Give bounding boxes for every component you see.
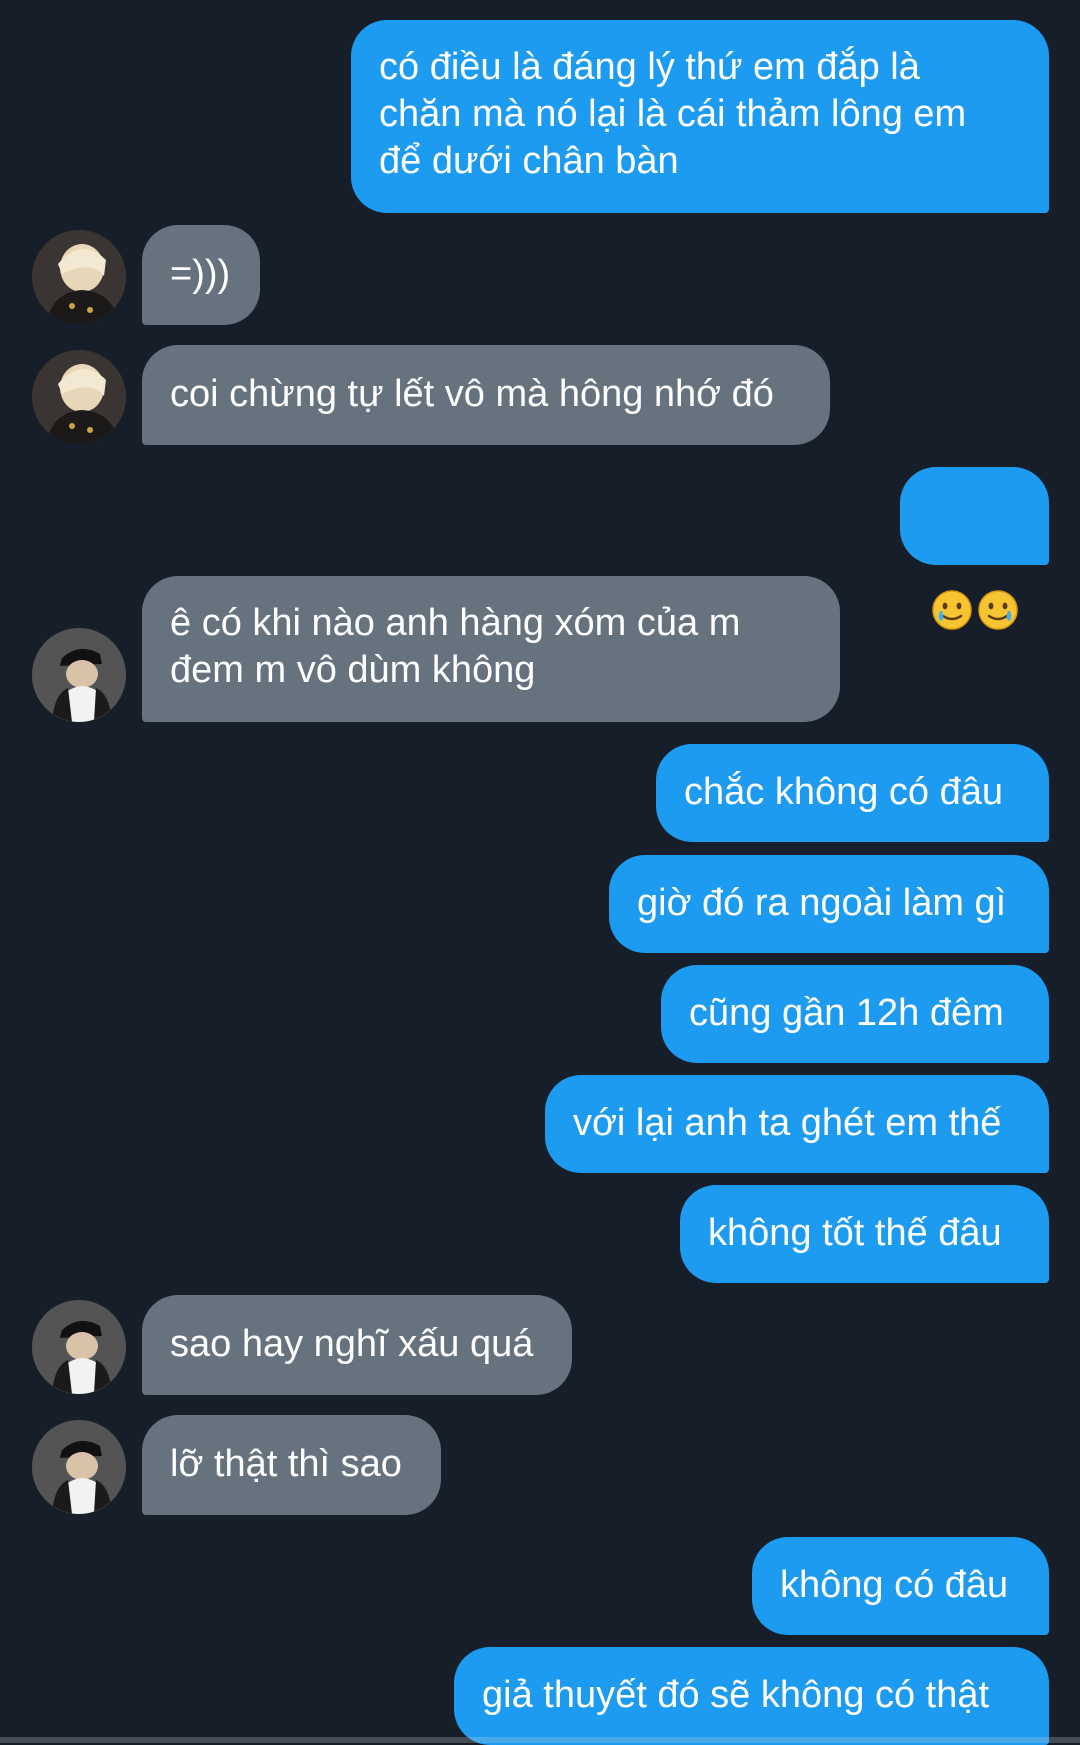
avatar[interactable] <box>32 350 126 444</box>
chat-thread[interactable]: có điều là đáng lý thứ em đắp là chăn mà… <box>0 0 1080 1745</box>
message-bubble-incoming[interactable]: =))) <box>142 225 260 325</box>
avatar[interactable] <box>32 628 126 722</box>
avatar-cap-image <box>32 628 126 722</box>
message-bubble-outgoing[interactable]: chắc không có đâu <box>656 744 1049 842</box>
message-bubble-outgoing[interactable]: với lại anh ta ghét em thế <box>545 1075 1049 1173</box>
message-bubble-outgoing[interactable]: không có đâu <box>752 1537 1049 1635</box>
message-bubble-outgoing[interactable]: có điều là đáng lý thứ em đắp là chăn mà… <box>351 20 1049 213</box>
message-bubble-incoming[interactable]: lỡ thật thì sao <box>142 1415 441 1515</box>
bottom-divider <box>0 1737 1080 1743</box>
message-bubble-outgoing[interactable]: giờ đó ra ngoài làm gì <box>609 855 1049 953</box>
message-bubble-outgoing[interactable] <box>900 467 1049 630</box>
avatar-cap-image <box>32 1420 126 1514</box>
message-bubble-incoming[interactable]: sao hay nghĩ xấu quá <box>142 1295 572 1395</box>
message-bubble-incoming[interactable]: coi chừng tự lết vô mà hông nhớ đó <box>142 345 830 445</box>
avatar-blonde-image <box>32 350 126 444</box>
message-bubble-outgoing[interactable]: giả thuyết đó sẽ không có thật <box>454 1647 1049 1745</box>
message-bubble-outgoing[interactable]: không tốt thế đâu <box>680 1185 1049 1283</box>
avatar[interactable] <box>32 230 126 324</box>
avatar-blonde-image <box>32 230 126 324</box>
avatar[interactable] <box>32 1300 126 1394</box>
smiling-face-with-tear-icon <box>931 590 972 630</box>
message-bubble-outgoing[interactable]: cũng gần 12h đêm <box>661 965 1049 1063</box>
avatar-cap-image <box>32 1300 126 1394</box>
smiling-face-with-tear-icon <box>977 590 1018 630</box>
message-bubble-incoming[interactable]: ê có khi nào anh hàng xóm của m đem m vô… <box>142 576 840 722</box>
avatar[interactable] <box>32 1420 126 1514</box>
